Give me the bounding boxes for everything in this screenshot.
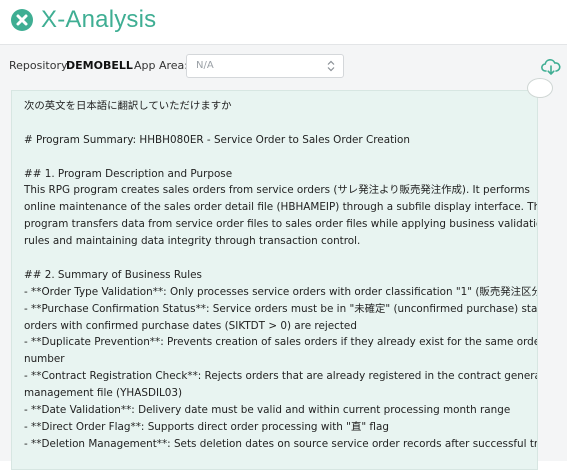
message-line: program transfers data from service orde… xyxy=(24,218,538,231)
toolbar: Repository: DEMOBELL App Area: N/A xyxy=(0,44,567,89)
message-line: - **Direct Order Flag**: Supports direct… xyxy=(24,420,389,433)
cloud-download-icon[interactable] xyxy=(541,58,561,76)
app-header: X-Analysis xyxy=(0,0,567,44)
message-text: 次の英文を日本語に翻訳していただけますか # Program Summary: H… xyxy=(24,98,538,453)
chat-message: 次の英文を日本語に翻訳していただけますか # Program Summary: H… xyxy=(11,90,538,470)
message-line: 次の英文を日本語に翻訳していただけますか xyxy=(24,100,232,112)
message-line: - **Purchase Confirmation Status**: Serv… xyxy=(24,302,538,315)
message-line: - **Duplicate Prevention**: Prevents cre… xyxy=(24,336,538,349)
message-line: orders with confirmed purchase dates (SI… xyxy=(24,319,357,332)
message-line: management file (YHASDIL03) xyxy=(24,387,183,400)
app-title: X-Analysis xyxy=(41,6,157,33)
message-line: ## 2. Summary of Business Rules xyxy=(24,268,202,281)
scroll-button[interactable] xyxy=(527,78,553,98)
app-area-label: App Area: xyxy=(134,59,189,72)
app-area-select-value: N/A xyxy=(196,60,214,71)
message-line: This RPG program creates sales orders fr… xyxy=(24,184,530,197)
message-line: - **Deletion Management**: Sets deletion… xyxy=(24,437,538,450)
message-line: - **Date Validation**: Delivery date mus… xyxy=(24,404,511,417)
x-circle-icon xyxy=(11,9,33,31)
message-line: rules and maintaining data integrity thr… xyxy=(24,235,361,248)
app-area-select[interactable]: N/A xyxy=(186,54,344,78)
message-line: # Program Summary: HHBH080ER - Service O… xyxy=(24,133,410,146)
select-arrows-icon xyxy=(327,60,335,72)
repository-value[interactable]: DEMOBELL xyxy=(66,59,133,72)
message-line: - **Contract Registration Check**: Rejec… xyxy=(24,370,538,383)
message-line: ## 1. Program Description and Purpose xyxy=(24,167,233,180)
repository-label: Repository: xyxy=(9,59,71,72)
chat-area: 次の英文を日本語に翻訳していただけますか # Program Summary: H… xyxy=(0,78,567,470)
message-line: number xyxy=(24,353,65,366)
message-line: - **Order Type Validation**: Only proces… xyxy=(24,285,538,298)
message-line: online maintenance of the sales order de… xyxy=(24,201,538,214)
